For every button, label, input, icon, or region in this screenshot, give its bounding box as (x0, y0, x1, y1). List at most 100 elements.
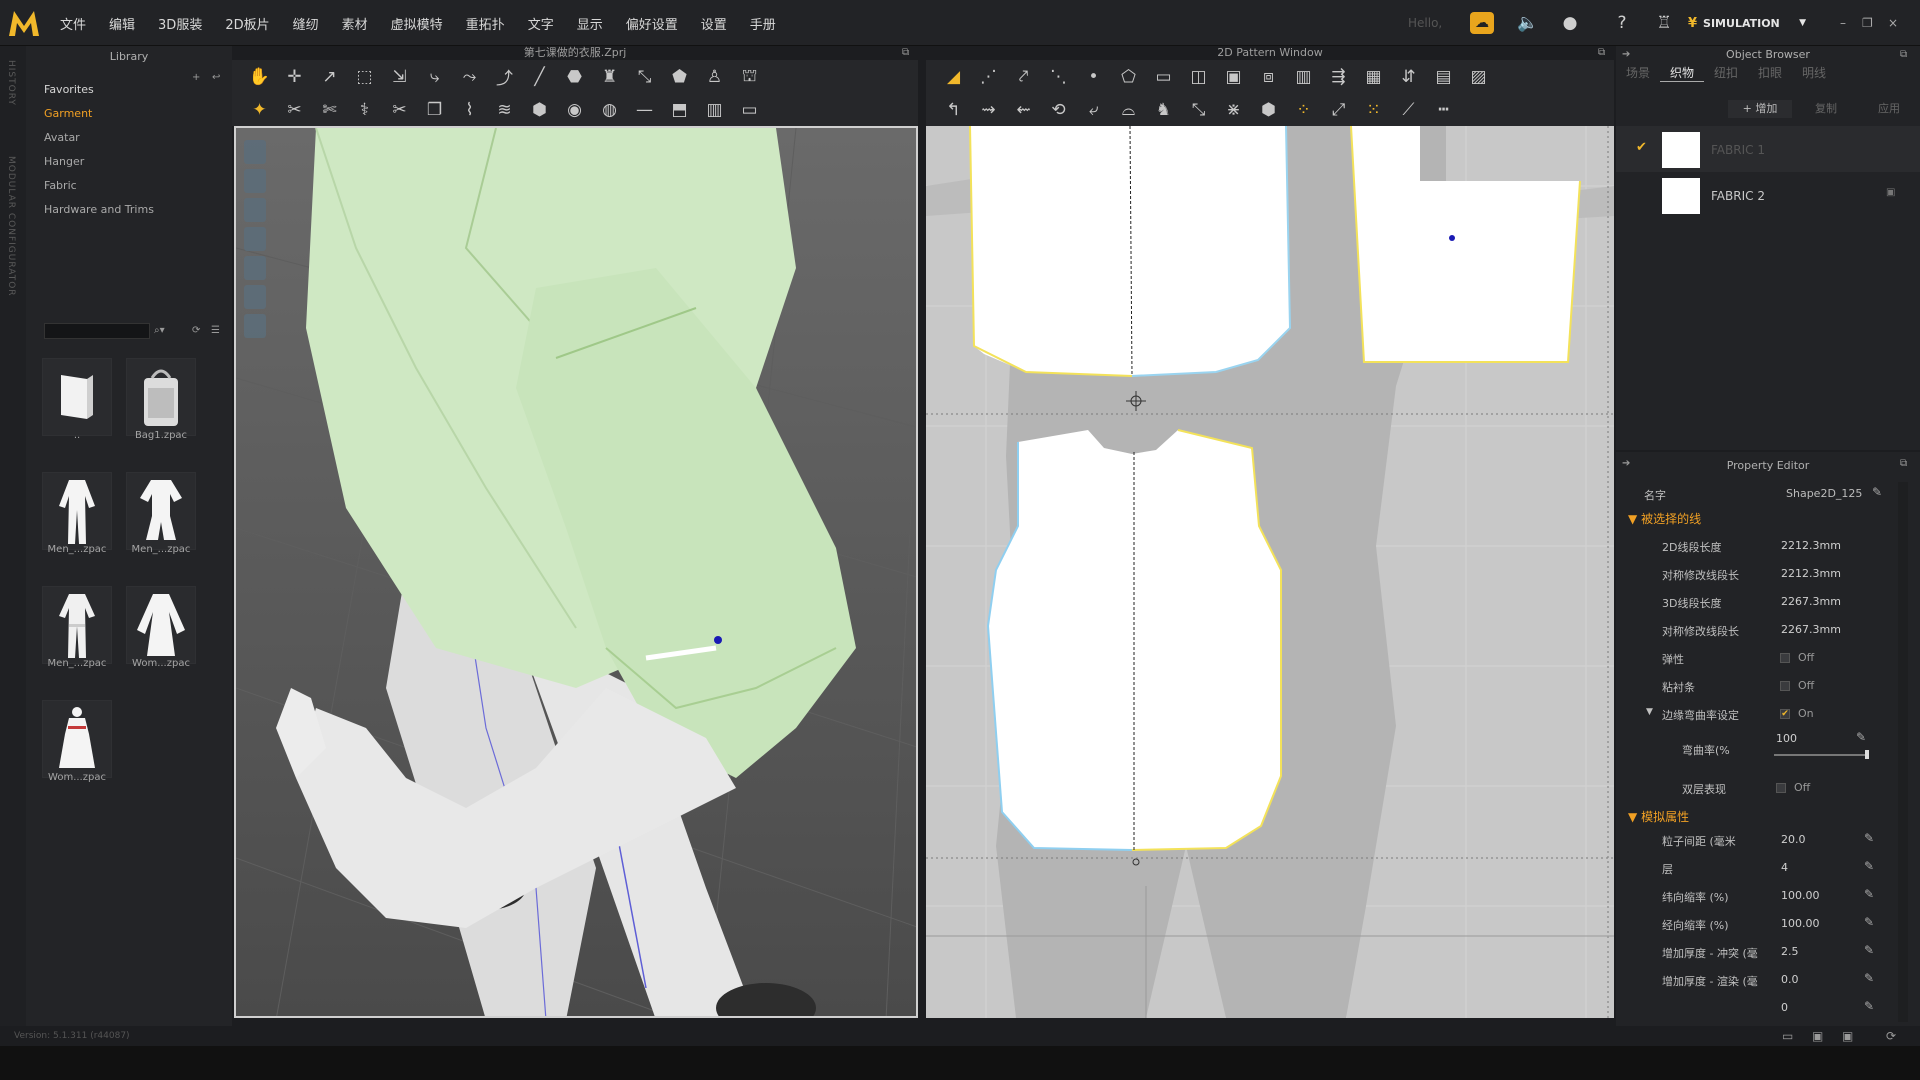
thumb-wom-2[interactable] (42, 700, 112, 778)
view-environment-icon[interactable] (244, 314, 266, 338)
library-item-garment[interactable]: Garment (44, 102, 232, 126)
line-tool-icon[interactable]: ╱ (522, 67, 557, 87)
fold-tool-icon[interactable]: ⇲ (382, 67, 417, 87)
thumb-folder[interactable] (42, 358, 112, 436)
tab-scene[interactable]: 场景 (1616, 64, 1660, 82)
mn-sew-icon[interactable]: ⇜ (1006, 100, 1041, 120)
pencil-icon[interactable]: ✎ (1864, 943, 1874, 957)
prop-value[interactable]: 2.5 (1781, 945, 1799, 958)
expand-icon[interactable]: ⧉ (1598, 47, 1605, 58)
modular-configurator-tab[interactable]: MODULAR CONFIGURATOR (6, 156, 16, 297)
thumb-men-2[interactable] (126, 472, 196, 550)
scissors-tool-icon[interactable]: ✂ (382, 100, 417, 120)
fabric-item-2[interactable]: FABRIC 2 ▣ (1616, 172, 1920, 218)
close-icon[interactable]: × (1888, 16, 1898, 30)
minimize-icon[interactable]: – (1840, 16, 1846, 30)
graphic-tool-icon[interactable]: ⬒ (662, 100, 697, 120)
menu-edit[interactable]: 编辑 (109, 14, 135, 33)
fabric-grain-icon[interactable]: ⋇ (1216, 100, 1251, 120)
help-icon[interactable]: ? (1610, 12, 1634, 34)
curvature-slider[interactable] (1774, 754, 1868, 756)
elastic-icon[interactable]: ⌓ (1111, 100, 1146, 120)
free-sew-icon[interactable]: ⇝ (971, 100, 1006, 120)
library-item-hanger[interactable]: Hanger (44, 150, 232, 174)
prop-value[interactable]: 20.0 (1781, 833, 1806, 846)
add-fabric-button[interactable]: + 增加 (1728, 100, 1792, 118)
view-avatar-icon[interactable] (244, 198, 266, 222)
view-garment-icon[interactable] (244, 140, 266, 164)
measure-tool-icon[interactable]: ⤡ (627, 67, 662, 87)
tack-icon[interactable]: ⤶ (1076, 100, 1111, 120)
ellipse-icon[interactable]: ◫ (1181, 67, 1216, 87)
expand-icon[interactable]: ⧉ (1900, 458, 1907, 469)
slash-icon[interactable]: ▦ (1356, 67, 1391, 87)
topstitch-2d-icon[interactable]: ⤢ (1321, 100, 1356, 120)
elastic-checkbox[interactable] (1780, 653, 1790, 663)
dart-icon[interactable]: ⧈ (1251, 67, 1286, 87)
pin-tool-icon[interactable]: ⤷ (417, 67, 452, 87)
prop-value[interactable]: 0 (1781, 1001, 1788, 1014)
library-item-avatar[interactable]: Avatar (44, 126, 232, 150)
prop-value[interactable]: 4 (1781, 861, 1788, 874)
pencil-icon[interactable]: ✎ (1864, 887, 1874, 901)
fabric-item-1[interactable]: ✔ FABRIC 1 (1616, 126, 1920, 172)
restore-icon[interactable]: ❐ (1862, 16, 1873, 30)
menu-sewing[interactable]: 缝纫 (293, 14, 319, 33)
viewport-2d[interactable] (926, 126, 1614, 1018)
zip-tool-icon[interactable]: ⌇ (452, 100, 487, 120)
circle-tool-icon[interactable]: ◍ (592, 100, 627, 120)
menu-avatar[interactable]: 虚拟模特 (391, 14, 443, 33)
search-icon[interactable]: ⌕▾ (154, 325, 165, 336)
prop-name-value[interactable]: Shape2D_125 (1786, 487, 1862, 500)
grading-icon[interactable]: ▨ (1461, 67, 1496, 87)
edit-pattern-icon[interactable]: ◢ (936, 67, 971, 87)
tab-fabric[interactable]: 织物 (1660, 64, 1704, 82)
shirt-tool-icon[interactable]: ♜ (592, 67, 627, 87)
sew-tool-icon[interactable]: ✂ (277, 100, 312, 120)
curvature-checkbox[interactable]: ✔ (1780, 709, 1790, 719)
back-icon[interactable]: ↩ (212, 72, 220, 83)
hanger-icon[interactable]: ♖ (1652, 12, 1676, 34)
user-icon[interactable]: ● (1558, 12, 1582, 34)
library-search-input[interactable] (44, 323, 150, 339)
pin-2d-icon[interactable]: ⤡ (1181, 100, 1216, 120)
pencil-icon[interactable]: ✎ (1864, 831, 1874, 845)
prop-value[interactable]: 100.00 (1781, 889, 1820, 902)
prop-value[interactable]: 100.00 (1781, 917, 1820, 930)
box-select-icon[interactable]: ⬚ (347, 67, 382, 87)
fold-icon[interactable]: ⇵ (1391, 67, 1426, 87)
thumb-men-1[interactable] (42, 472, 112, 550)
point-tool-icon[interactable]: ↗ (312, 67, 347, 87)
refresh-icon[interactable]: ⟳ (192, 325, 200, 336)
internal-polygon-icon[interactable]: ▣ (1216, 67, 1251, 87)
view-texture-icon[interactable] (244, 227, 266, 251)
edit-curve-icon[interactable]: ⤤ (1006, 67, 1041, 87)
rectangle-icon[interactable]: ▭ (1146, 67, 1181, 87)
arrow-icon[interactable]: ➔ (1622, 49, 1630, 60)
history-tab[interactable]: HISTORY (6, 60, 16, 106)
library-item-hardware[interactable]: Hardware and Trims (44, 198, 232, 222)
strap-tool-icon[interactable]: ⤴ (487, 64, 522, 89)
trace-icon[interactable]: ▥ (1286, 67, 1321, 87)
menu-3d-garment[interactable]: 3D服装 (158, 14, 202, 33)
garment-tool-icon[interactable]: ⛫ (732, 66, 767, 88)
thumb-men-3[interactable] (42, 586, 112, 664)
button-2d-icon[interactable]: ⬢ (1251, 100, 1286, 120)
add-point-icon[interactable]: • (1076, 67, 1111, 87)
3d-view-icon[interactable]: ▣ (1812, 1029, 1823, 1043)
2d-view-icon[interactable]: ▣ (1842, 1029, 1853, 1043)
viewport-3d[interactable] (234, 126, 918, 1018)
pencil-icon[interactable]: ✎ (1864, 999, 1874, 1013)
sew-check-icon[interactable]: ⟲ (1041, 100, 1076, 120)
menu-preferences[interactable]: 偏好设置 (626, 14, 678, 33)
copy-fabric-button[interactable]: 复制 (1796, 100, 1856, 118)
double-layer-checkbox[interactable] (1776, 783, 1786, 793)
view-shading-icon[interactable] (244, 256, 266, 280)
favorites-label[interactable]: Favorites (44, 78, 232, 102)
button-tool-icon[interactable]: ⬣ (557, 67, 592, 87)
menu-retopology[interactable]: 重拓扑 (466, 14, 505, 33)
section-simulation[interactable]: ▼ 模拟属性 (1628, 808, 1689, 825)
view-skin-icon[interactable] (244, 285, 266, 309)
point-select-icon[interactable]: ⁘ (1286, 100, 1321, 120)
slider-handle[interactable] (1865, 750, 1869, 759)
